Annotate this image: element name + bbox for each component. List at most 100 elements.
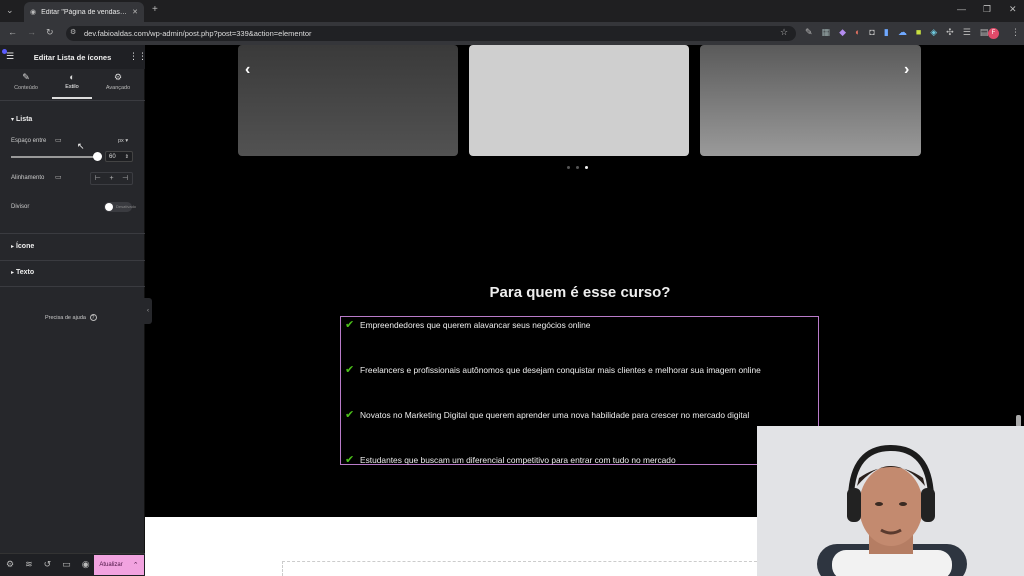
list-item: ✔ Novatos no Marketing Digital que quere… (345, 408, 749, 421)
collapse-panel-handle[interactable]: ‹ (144, 298, 152, 324)
spinner-icon[interactable]: ⇕ (125, 152, 129, 162)
purple-extension-icon[interactable]: ◆ (839, 28, 846, 37)
check-icon: ✔ (345, 454, 355, 466)
close-window-icon[interactable]: ✕ (1009, 5, 1017, 14)
panel-title: Editar Lista de ícones (33, 52, 112, 62)
carousel-slide-2[interactable] (469, 45, 689, 156)
toggle-state: Desativado (116, 204, 137, 209)
hamburger-menu-icon[interactable]: ☰ (6, 52, 14, 61)
red-extension-icon[interactable]: ◐ (855, 28, 860, 37)
back-icon[interactable]: ← (8, 28, 17, 37)
preview-eye-icon[interactable]: ◉ (82, 560, 90, 569)
tab-list-icon[interactable]: ⌄ (6, 6, 14, 15)
section-heading: Para quem é esse curso? (489, 284, 671, 301)
dot-1[interactable] (567, 166, 570, 169)
divisor-toggle[interactable]: Desativado (104, 202, 136, 212)
section-texto-header[interactable]: ▸ Texto (11, 269, 34, 276)
espaco-number-input[interactable]: 60 ⇕ (105, 151, 133, 162)
unit-select[interactable]: px ▾ (118, 138, 128, 144)
espaco-entre-label: Espaço entre (11, 138, 47, 144)
panel-header: Editar Lista de ícones (0, 45, 145, 69)
carousel-slide-3[interactable] (700, 45, 921, 156)
section-icone-header[interactable]: ▸ Ícone (11, 243, 34, 250)
notification-dot (2, 49, 7, 54)
slider-handle[interactable] (93, 152, 102, 161)
tab-label: Conteúdo (14, 85, 38, 91)
section-title: Ícone (15, 243, 35, 250)
tab-title: Editar "Página de vendas" com (41, 8, 127, 16)
divisor-label: Divisor (11, 204, 30, 210)
footer-tools: ⚙ ≋ ↺ ▭ ◉ (6, 560, 90, 569)
caret-right-icon: ▸ (11, 270, 15, 276)
presenter-video (757, 426, 1024, 576)
align-end-icon[interactable]: ⊣ (118, 173, 132, 184)
restore-icon[interactable]: ❐ (983, 5, 991, 14)
bookmark-star-icon[interactable]: ☆ (780, 28, 788, 37)
camera-extension-icon[interactable]: ◘ (869, 28, 874, 37)
yellow-extension-icon[interactable]: ■ (916, 28, 921, 37)
check-icon: ✔ (345, 319, 355, 331)
close-tab-icon[interactable]: ✕ (132, 9, 138, 16)
icon-list-widget[interactable] (340, 316, 819, 465)
number-value: 60 (109, 154, 116, 160)
browser-tab[interactable]: ◉ Editar "Página de vendas" com ✕ (24, 2, 144, 22)
empty-container-placeholder[interactable] (282, 561, 762, 576)
history-icon[interactable]: ↺ (44, 560, 52, 569)
cyan-extension-icon[interactable]: ◈ (930, 28, 937, 37)
menu-kebab-icon[interactable]: ⋮ (1011, 28, 1020, 37)
tab-avancado[interactable]: ⚙ Avançado (94, 72, 142, 98)
tab-label: Avançado (105, 85, 131, 91)
site-info-icon[interactable]: ⚙ (70, 29, 76, 36)
carousel-next-icon[interactable]: › (904, 61, 909, 79)
section-title: Texto (15, 269, 35, 276)
responsive-icon[interactable]: ▭ (62, 560, 71, 569)
url-text: dev.fabioaldas.com/wp-admin/post.php?pos… (84, 29, 312, 38)
pen-extension-icon[interactable]: ✎ (805, 28, 813, 37)
alinhamento-label: Alinhamento (11, 175, 45, 181)
divider (0, 100, 145, 101)
widgets-grid-icon[interactable]: ⋮⋮ (129, 52, 147, 61)
extensions-row: ✎ ▦ ◆ ◐ ◘ ▮ ☁ ■ ◈ ✣ ☰ ▤ (805, 28, 988, 37)
settings-icon[interactable]: ⚙ (6, 560, 14, 569)
carousel-prev-icon[interactable]: ‹ (245, 61, 250, 79)
tab-estilo[interactable]: ◐ Estilo (48, 72, 96, 98)
minimize-icon[interactable]: — (957, 5, 966, 14)
align-center-icon[interactable]: + (105, 173, 119, 184)
forward-icon[interactable]: → (27, 28, 36, 37)
help-link[interactable]: Precisa de ajuda ? (45, 314, 97, 321)
toggle-knob (105, 203, 113, 211)
mouse-cursor-icon: ↖ (77, 141, 85, 151)
carousel-slide-1[interactable] (238, 45, 458, 156)
section-title: Lista (15, 116, 33, 123)
media-list-icon[interactable]: ☰ (963, 28, 971, 37)
chevron-up-icon[interactable]: ⌃ (133, 561, 139, 569)
gear-icon: ⚙ (113, 72, 123, 82)
desktop-responsive-icon[interactable]: ▭ (55, 137, 62, 144)
puzzle-extension-icon[interactable]: ✣ (946, 28, 954, 37)
profile-avatar[interactable]: F (988, 28, 999, 39)
divider (0, 286, 145, 287)
list-item: ✔ Estudantes que buscam um diferencial c… (345, 453, 676, 466)
align-start-icon[interactable]: ⊢ (91, 173, 105, 184)
address-bar[interactable]: dev.fabioaldas.com/wp-admin/post.php?pos… (66, 26, 796, 41)
divider (0, 233, 145, 234)
dot-3-active[interactable] (585, 166, 588, 169)
slider-fill (11, 156, 97, 158)
update-button[interactable]: Atualizar ⌃ (94, 555, 144, 575)
list-item-text: Empreendedores que querem alavancar seus… (360, 319, 591, 330)
dot-2[interactable] (576, 166, 579, 169)
blue-extension-icon[interactable]: ▮ (884, 28, 889, 37)
tab-conteudo[interactable]: ✎ Conteúdo (2, 72, 50, 98)
unit-value: px (118, 138, 124, 144)
grid-extension-icon[interactable]: ▦ (822, 28, 831, 37)
new-tab-icon[interactable]: + (152, 5, 158, 15)
active-tab-indicator (52, 97, 92, 99)
list-item: ✔ Freelancers e profissionais autônomos … (345, 363, 761, 376)
desktop-responsive-icon[interactable]: ▭ (55, 174, 62, 181)
list-item: ✔ Empreendedores que querem alavancar se… (345, 318, 590, 331)
check-icon: ✔ (345, 409, 355, 421)
reload-icon[interactable]: ↻ (46, 28, 54, 37)
cloud-extension-icon[interactable]: ☁ (898, 28, 907, 37)
section-lista-header[interactable]: ▾ Lista (11, 116, 32, 123)
layers-icon[interactable]: ≋ (25, 560, 33, 569)
